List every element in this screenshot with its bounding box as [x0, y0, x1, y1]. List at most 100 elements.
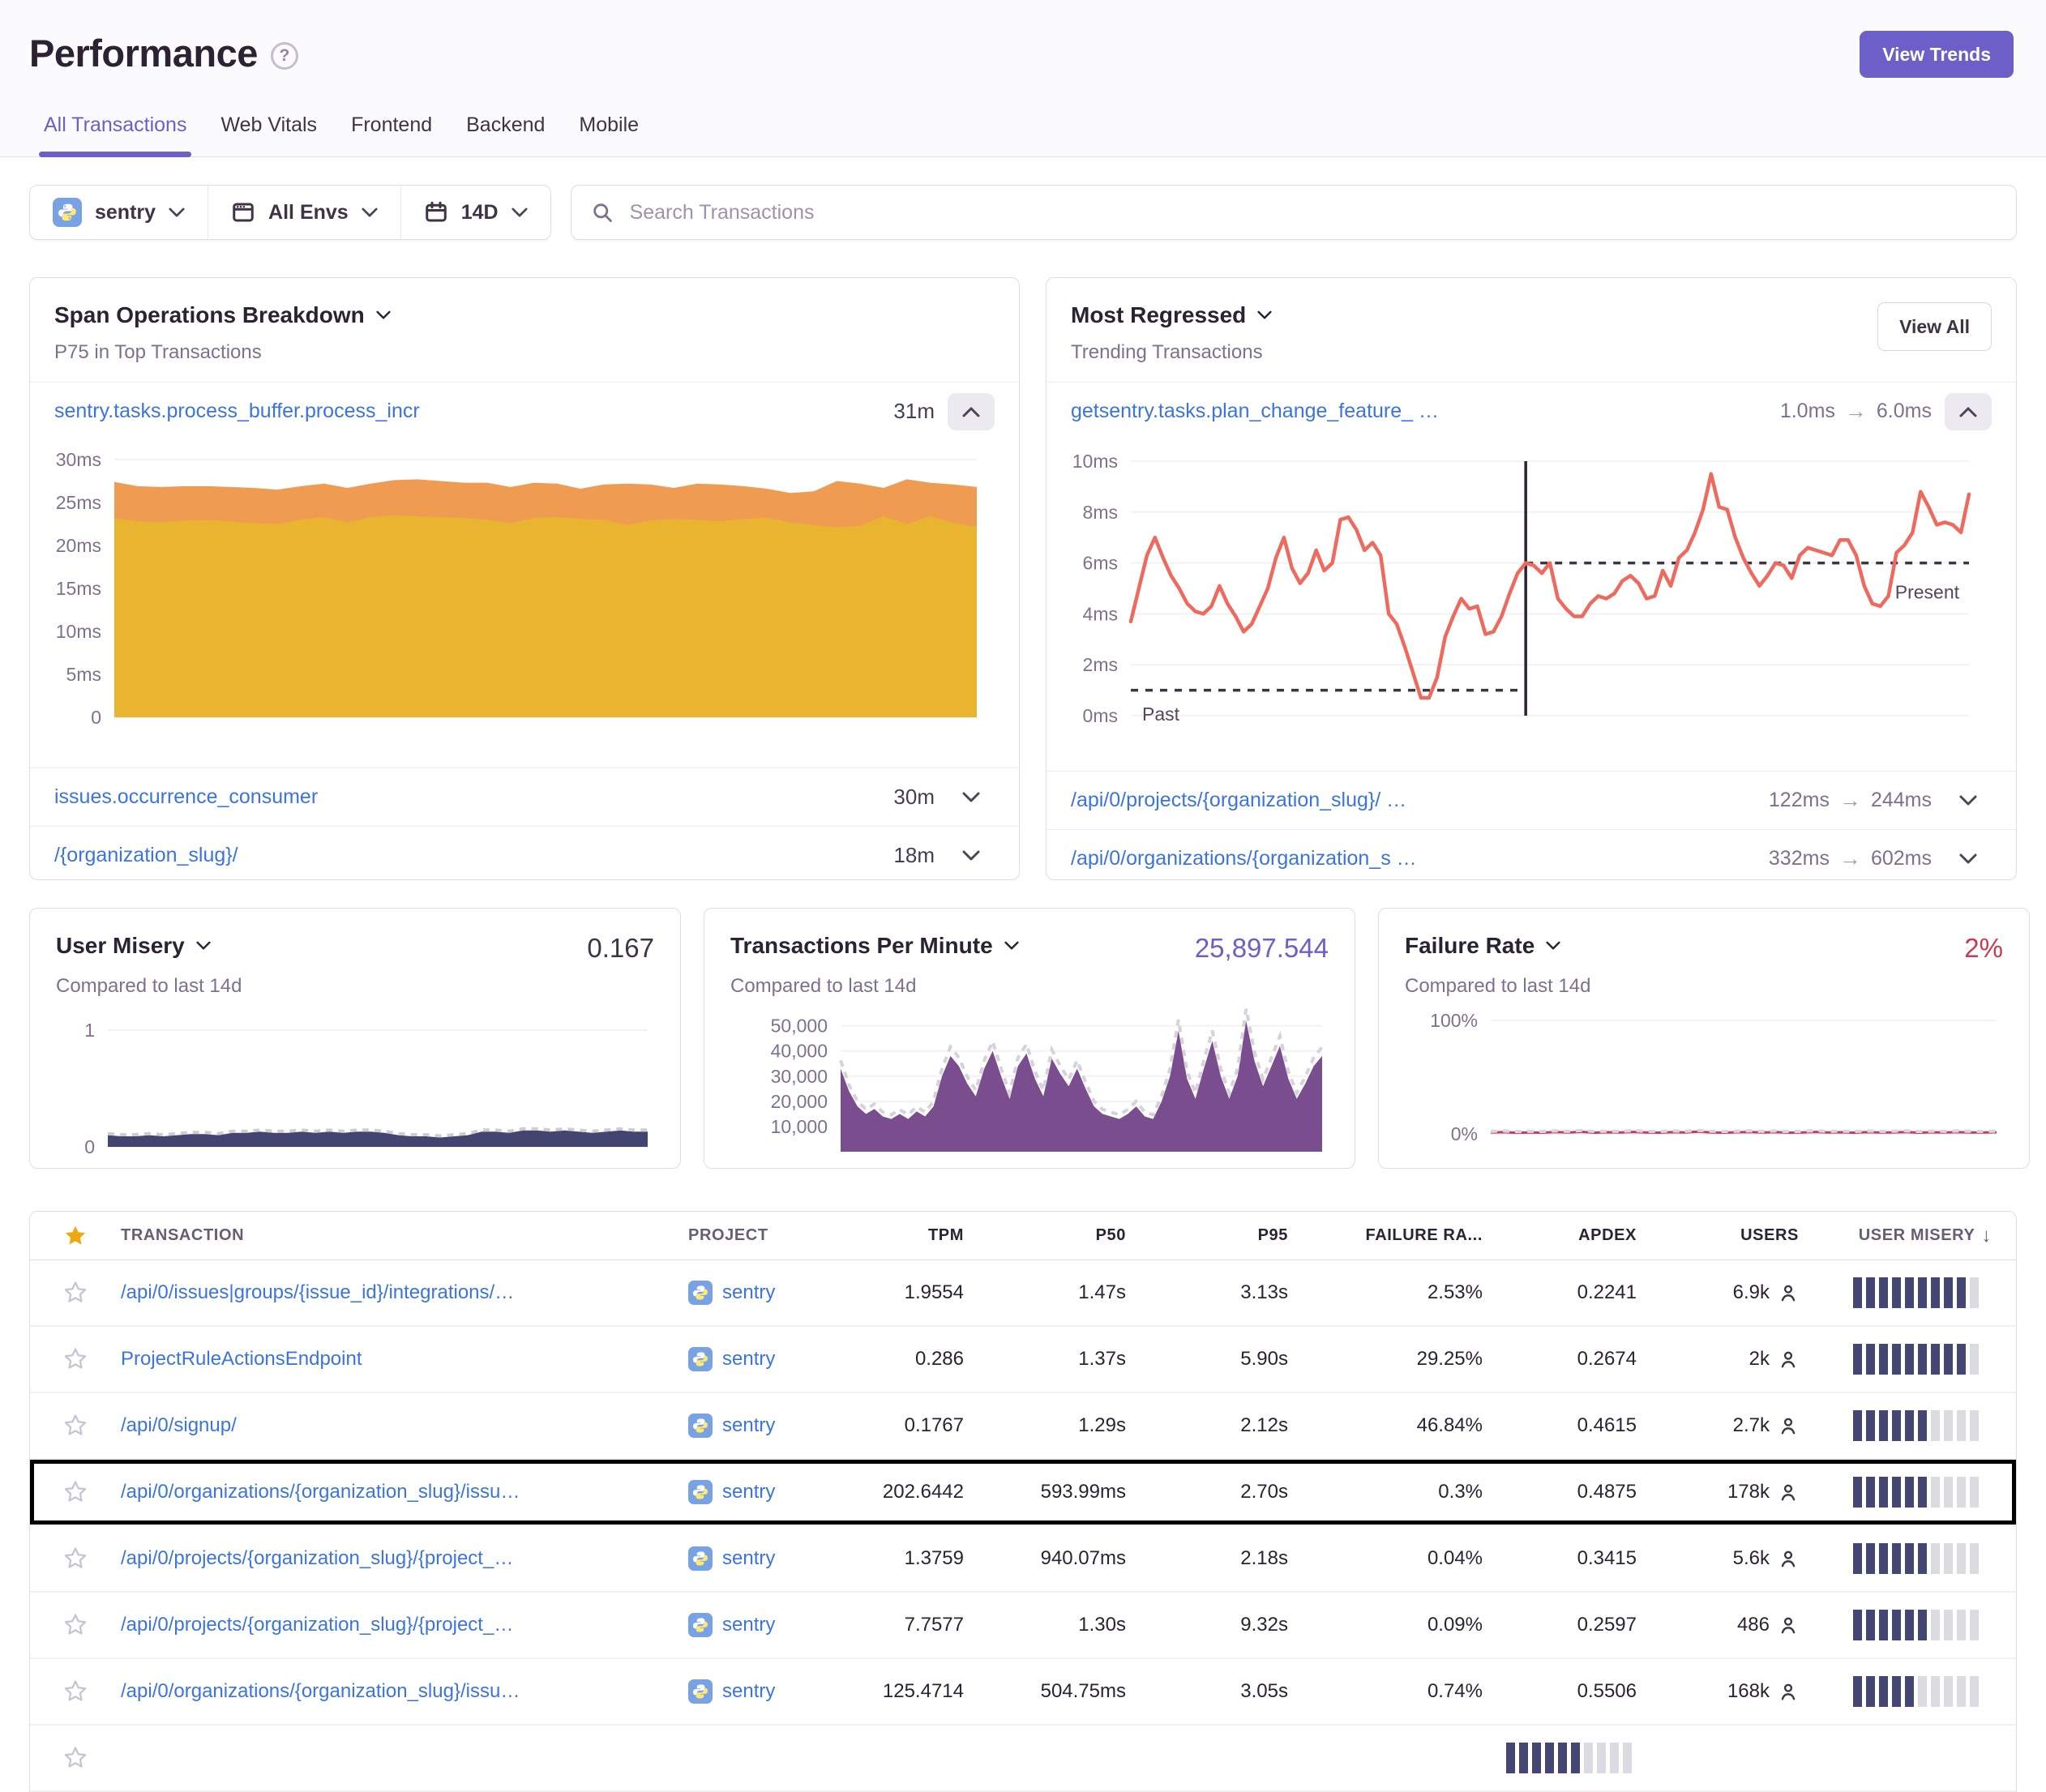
svg-text:Present: Present	[1895, 582, 1960, 603]
misery-bar	[1866, 1676, 1875, 1707]
star-outline-icon[interactable]	[63, 1613, 88, 1637]
failure-rate-title-row[interactable]: Failure Rate	[1405, 933, 1560, 959]
project-cell[interactable]: sentry	[688, 1347, 842, 1371]
tab[interactable]: Frontend	[351, 113, 432, 156]
column-header-project[interactable]: PROJECT	[688, 1226, 842, 1245]
column-header-failure-rate[interactable]: FAILURE RA...	[1366, 1226, 1515, 1245]
user-icon	[1778, 1548, 1799, 1569]
svg-text:15ms: 15ms	[56, 578, 101, 599]
collapse-button[interactable]	[1945, 393, 1992, 430]
transaction-link[interactable]: /api/0/projects/{organization_slug}/{pro…	[121, 1614, 688, 1636]
star-outline-icon[interactable]	[63, 1746, 88, 1770]
tab[interactable]: All Transactions	[44, 113, 186, 156]
tpm-cell: 125.4714	[883, 1680, 996, 1703]
misery-bar	[1892, 1610, 1901, 1640]
transaction-link[interactable]: /api/0/organizations/{organization_slug}…	[121, 1680, 688, 1703]
project-cell[interactable]: sentry	[688, 1546, 842, 1571]
arrow-right-icon: →	[1845, 399, 1867, 424]
table-row[interactable]	[30, 1726, 2016, 1792]
misery-bar	[1957, 1477, 1966, 1508]
table-row[interactable]: /api/0/projects/{organization_slug}/{pro…	[30, 1526, 2016, 1593]
expand-button[interactable]	[948, 837, 995, 875]
project-cell[interactable]: sentry	[688, 1413, 842, 1438]
column-header-p50[interactable]: P50	[1096, 1226, 1158, 1245]
view-trends-button[interactable]: View Trends	[1860, 31, 2014, 78]
span-operations-chart: 30ms25ms20ms15ms10ms5ms0	[45, 447, 983, 755]
expand-button[interactable]	[1945, 782, 1992, 819]
transaction-link[interactable]: sentry.tasks.process_buffer.process_incr	[54, 400, 420, 423]
transaction-link[interactable]: issues.occurrence_consumer	[54, 785, 318, 809]
svg-text:0: 0	[91, 707, 101, 728]
expand-button[interactable]	[948, 779, 995, 816]
star-outline-icon[interactable]	[63, 1679, 88, 1704]
environment-selector-label: All Envs	[268, 201, 349, 225]
users-cell: 168k	[1727, 1680, 1831, 1703]
star-outline-icon[interactable]	[63, 1347, 88, 1371]
user-misery-title-row[interactable]: User Misery	[56, 933, 211, 959]
transaction-link[interactable]: /api/0/signup/	[121, 1414, 688, 1437]
environment-selector[interactable]: All Envs	[208, 186, 400, 239]
column-header-user-misery[interactable]: USER MISERY↓	[1859, 1225, 2016, 1247]
tpm-title-row[interactable]: Transactions Per Minute	[730, 933, 1019, 959]
transaction-link[interactable]: /api/0/issues|groups/{issue_id}/integrat…	[121, 1281, 688, 1304]
search-icon	[591, 201, 614, 224]
regressed-panel-title-row[interactable]: Most Regressed	[1071, 302, 1272, 328]
transaction-link[interactable]: ProjectRuleActionsEndpoint	[121, 1348, 688, 1371]
span-panel-title-row[interactable]: Span Operations Breakdown	[54, 302, 391, 328]
table-row[interactable]: ProjectRuleActionsEndpoint sentry 0.286 …	[30, 1327, 2016, 1393]
tab[interactable]: Backend	[466, 113, 545, 156]
transaction-link[interactable]: /api/0/organizations/{organization_slug}…	[121, 1481, 688, 1503]
star-outline-icon[interactable]	[63, 1413, 88, 1438]
star-outline-icon[interactable]	[63, 1480, 88, 1504]
user-misery-panel: User Misery 0.167 Compared to last 14d 1…	[29, 908, 681, 1169]
project-cell[interactable]: sentry	[688, 1480, 842, 1504]
misery-bar	[1905, 1543, 1914, 1574]
svg-text:20,000: 20,000	[771, 1091, 828, 1112]
transaction-link[interactable]: /api/0/projects/{organization_slug}/ …	[1071, 789, 1406, 812]
regressed-row-expanded: getsentry.tasks.plan_change_feature_ … 1…	[1047, 382, 2016, 440]
misery-bar	[1892, 1543, 1901, 1574]
misery-bar	[1853, 1344, 1862, 1375]
star-outline-icon[interactable]	[63, 1546, 88, 1571]
table-row[interactable]: /api/0/organizations/{organization_slug}…	[30, 1460, 2016, 1526]
tab[interactable]: Mobile	[579, 113, 639, 156]
python-project-icon	[688, 1347, 713, 1371]
table-row[interactable]: /api/0/signup/ sentry 0.1767 1.29s 2.12s…	[30, 1393, 2016, 1460]
failure-rate-cell: 0.09%	[1427, 1614, 1515, 1636]
table-row[interactable]: /api/0/issues|groups/{issue_id}/integrat…	[30, 1260, 2016, 1327]
table-row[interactable]: /api/0/organizations/{organization_slug}…	[30, 1659, 2016, 1726]
expand-button[interactable]	[1945, 840, 1992, 878]
star-outline-icon[interactable]	[63, 1281, 88, 1305]
failure-rate-cell: 0.74%	[1427, 1680, 1515, 1703]
project-cell[interactable]: sentry	[688, 1613, 842, 1637]
misery-bar	[1866, 1344, 1875, 1375]
collapse-button[interactable]	[948, 393, 995, 430]
project-selector[interactable]: sentry	[30, 186, 208, 239]
transaction-link[interactable]: getsentry.tasks.plan_change_feature_ …	[1071, 400, 1439, 423]
transaction-link[interactable]: /api/0/organizations/{organization_s …	[1071, 847, 1417, 870]
column-header-apdex[interactable]: APDEX	[1578, 1226, 1669, 1245]
misery-bar	[1944, 1610, 1953, 1640]
star-filled-icon[interactable]	[63, 1224, 88, 1248]
search-input[interactable]	[628, 200, 1997, 225]
misery-bar	[1558, 1743, 1567, 1773]
help-icon[interactable]: ?	[271, 42, 298, 70]
misery-bar	[1957, 1410, 1966, 1441]
project-cell[interactable]: sentry	[688, 1679, 842, 1704]
view-all-button[interactable]: View All	[1877, 302, 1992, 351]
transaction-link[interactable]: /api/0/projects/{organization_slug}/{pro…	[121, 1547, 688, 1570]
arrow-right-icon: →	[1839, 788, 1861, 813]
column-header-transaction[interactable]: TRANSACTION	[121, 1226, 688, 1245]
column-header-tpm[interactable]: TPM	[928, 1226, 996, 1245]
column-header-p95[interactable]: P95	[1258, 1226, 1320, 1245]
user-misery-bars	[1506, 1743, 1669, 1773]
transaction-link[interactable]: /{organization_slug}/	[54, 844, 238, 867]
misery-bar	[1879, 1543, 1888, 1574]
user-misery-chart: 10	[56, 1017, 654, 1157]
tab[interactable]: Web Vitals	[220, 113, 317, 156]
date-range-selector[interactable]: 14D	[400, 186, 550, 239]
project-cell[interactable]: sentry	[688, 1281, 842, 1305]
table-row[interactable]: /api/0/projects/{organization_slug}/{pro…	[30, 1593, 2016, 1659]
column-header-users[interactable]: USERS	[1740, 1226, 1831, 1245]
misery-bar	[1892, 1676, 1901, 1707]
